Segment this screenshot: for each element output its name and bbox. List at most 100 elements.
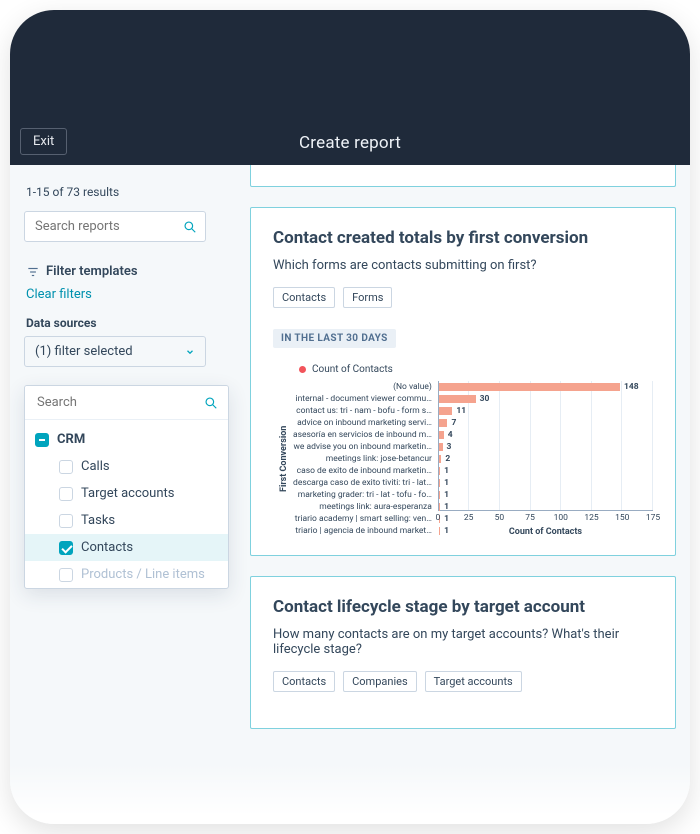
sidebar: 1-15 of 73 results Filter templates Clea… [10, 165, 220, 824]
chart-x-tick: 150 [615, 513, 629, 523]
search-icon [183, 220, 197, 234]
card-title: Contact created totals by first conversi… [273, 228, 653, 248]
card-tags: Contacts Forms [273, 287, 653, 308]
chart-bar-row: 1 [439, 525, 653, 537]
chart-plot-area: 14830117432111111 [438, 381, 653, 511]
chart-bar [439, 527, 440, 535]
source-tree: CRM Calls Target accounts Tasks Contacts Pro… [25, 420, 228, 588]
chart-y-tick: descarga caso de exito tiviti: tri - lat… [293, 477, 432, 489]
chart-bar [439, 383, 620, 391]
checkbox-icon [59, 460, 73, 474]
chart-legend: Count of Contacts [299, 364, 653, 375]
data-sources-label: Data sources [26, 316, 206, 330]
header: Exit Create report [10, 10, 690, 165]
checkbox-icon [59, 514, 73, 528]
source-item[interactable]: Tasks [25, 507, 228, 534]
chart-bar [439, 395, 476, 403]
chart-y-tick: asesoría en servicios de inbound m… [293, 429, 432, 441]
chart-bar-value: 1 [444, 478, 449, 488]
chart-bar [439, 443, 443, 451]
tag-forms: Forms [343, 287, 392, 308]
legend-label: Count of Contacts [312, 364, 393, 375]
tag-companies: Companies [343, 671, 417, 692]
source-item-label: Contacts [81, 540, 133, 555]
source-item-label: Products / Line items [81, 567, 205, 582]
chart-x-tick: 125 [584, 513, 598, 523]
date-range-badge: IN THE LAST 30 DAYS [273, 329, 396, 348]
search-reports-input[interactable] [33, 218, 183, 235]
report-card-first-conversion[interactable]: Contact created totals by first conversi… [250, 207, 676, 556]
chart-bar [439, 503, 440, 511]
chart-bar-value: 7 [451, 418, 456, 428]
source-item[interactable]: Calls [25, 453, 228, 480]
legend-dot-icon [299, 366, 306, 373]
dropdown-value: (1) filter selected [35, 344, 133, 359]
source-group-label: CRM [57, 432, 85, 447]
card-subtitle: How many contacts are on my target accou… [273, 627, 653, 657]
chart-y-tick: we advise you on inbound marketin… [293, 441, 432, 453]
chart-y-tick: contact us: tri - nam - bofu - form s… [293, 405, 432, 417]
tag-target-accounts: Target accounts [425, 671, 522, 692]
chart-bar-row: 2 [439, 453, 653, 465]
popover-search-wrap[interactable] [25, 386, 228, 420]
chart-bar-row: 1 [439, 501, 653, 513]
chart-x-tick: 75 [525, 513, 535, 523]
chart-bar-value: 1 [444, 526, 449, 536]
chart-bar-value: 4 [448, 430, 453, 440]
chart-y-tick: meetings link: aura-esperanza [293, 501, 432, 513]
tag-contacts: Contacts [273, 287, 335, 308]
report-card-lifecycle-stage[interactable]: Contact lifecycle stage by target accoun… [250, 576, 676, 729]
popover-search-input[interactable] [35, 394, 204, 411]
bar-chart: First Conversion (No value)internal - do… [277, 381, 653, 537]
data-sources-dropdown[interactable]: (1) filter selected [24, 336, 206, 367]
filter-icon [26, 265, 40, 279]
checkbox-icon [59, 487, 73, 501]
filter-templates-heading: Filter templates [26, 264, 206, 279]
source-item[interactable]: Contacts [25, 534, 228, 561]
chart-bar [439, 407, 452, 415]
chart-x-tick: 175 [646, 513, 660, 523]
chart-bar-row: 7 [439, 417, 653, 429]
checkbox-indeterminate-icon [35, 433, 49, 447]
search-reports-input-wrap[interactable] [24, 211, 206, 242]
source-item-label: Target accounts [81, 486, 174, 501]
chart-bar-value: 1 [444, 490, 449, 500]
chart-y-axis-label: First Conversion [277, 381, 291, 537]
chart-x-tick: 50 [495, 513, 505, 523]
chart-y-tick: advice on inbound marketing servi… [293, 417, 432, 429]
chart-y-tick: caso de exito de inbound marketin… [293, 465, 432, 477]
content-area: Contact created totals by first conversi… [220, 165, 690, 824]
chart-bar-value: 1 [444, 502, 449, 512]
source-item[interactable]: Target accounts [25, 480, 228, 507]
chart-y-tick: triario academy | smart selling: ven… [293, 513, 432, 525]
source-group-crm[interactable]: CRM [25, 426, 228, 453]
chart-y-tick: internal - document viewer commu… [293, 393, 432, 405]
chart-bar-value: 30 [480, 394, 490, 404]
clear-filters-link[interactable]: Clear filters [26, 287, 206, 302]
chart-x-tick: 0 [436, 513, 441, 523]
chart-x-ticks: 0255075100125150175 [438, 513, 653, 523]
chart-bar-row: 3 [439, 441, 653, 453]
report-card-peek [250, 165, 676, 187]
chart-bar-row: 4 [439, 429, 653, 441]
chart-bar [439, 467, 440, 475]
tag-contacts: Contacts [273, 671, 335, 692]
chevron-down-icon [185, 347, 195, 357]
page-title: Create report [10, 133, 690, 153]
chart-bar-row: 1 [439, 489, 653, 501]
chart-y-tick: triario | agencia de inbound market… [293, 525, 432, 537]
results-count: 1-15 of 73 results [26, 185, 206, 199]
data-sources-popover: CRM Calls Target accounts Tasks Contacts Pro… [24, 385, 229, 589]
card-subtitle: Which forms are contacts submitting on f… [273, 258, 653, 273]
source-item-label: Calls [81, 459, 110, 474]
chart-bar-row: 1 [439, 477, 653, 489]
app-frame: Exit Create report 1-15 of 73 results Fi… [10, 10, 690, 824]
checkbox-icon [59, 568, 73, 582]
chart-bar-value: 1 [444, 466, 449, 476]
chart-bar-row: 1 [439, 465, 653, 477]
app-body: 1-15 of 73 results Filter templates Clea… [10, 165, 690, 824]
chart-bar [439, 419, 448, 427]
chart-bar [439, 431, 444, 439]
source-item-label: Tasks [81, 513, 115, 528]
source-item[interactable]: Products / Line items [25, 561, 228, 588]
